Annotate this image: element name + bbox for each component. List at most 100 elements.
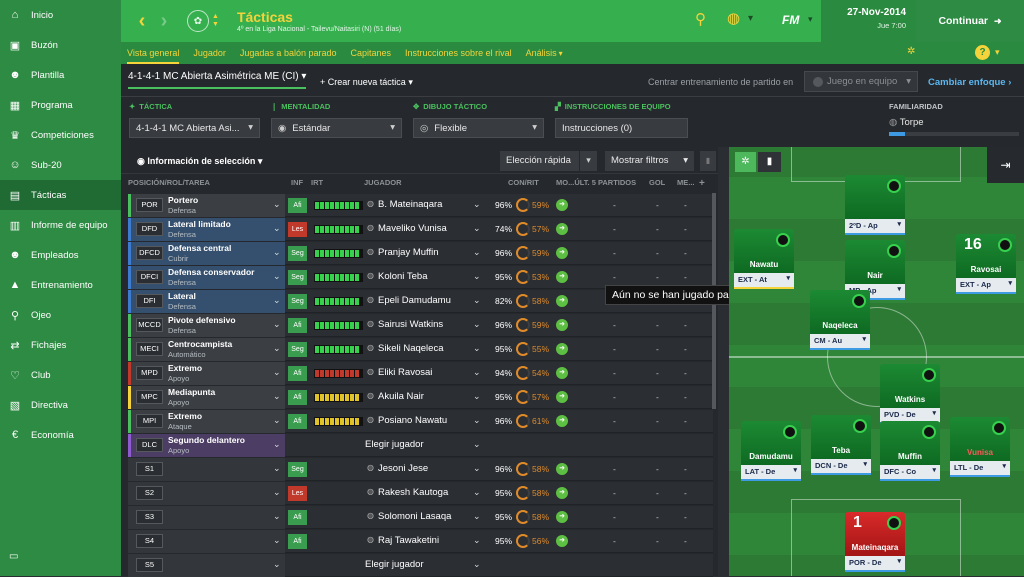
chevron-down-icon[interactable]: ⌄ bbox=[273, 223, 281, 234]
player-name[interactable]: Jesoni Jese bbox=[378, 463, 428, 474]
position-cell[interactable]: DFD Lateral limitado Defensa ⌄ bbox=[128, 218, 285, 241]
info-icon[interactable]: ◍ bbox=[367, 247, 374, 256]
status-badge[interactable]: Afi bbox=[288, 318, 307, 333]
chevron-down-icon[interactable]: ⌄ bbox=[273, 511, 281, 522]
status-badge[interactable]: Seg bbox=[288, 342, 307, 357]
chevron-down-icon[interactable]: ⌄ bbox=[473, 367, 481, 378]
column-header-player[interactable]: JUGADOR bbox=[364, 178, 402, 187]
player-card[interactable]: Watkins PVD - De ▾ bbox=[880, 364, 940, 424]
sidebar-item-informe[interactable]: ▥ Informe de equipo bbox=[0, 210, 121, 240]
chevron-down-icon[interactable]: ▾ bbox=[580, 151, 597, 171]
chevron-down-icon[interactable]: ⌄ bbox=[473, 487, 481, 498]
status-badge[interactable]: Afi bbox=[288, 198, 307, 213]
chevron-down-icon[interactable]: ⌄ bbox=[273, 247, 281, 258]
chevron-down-icon[interactable]: ⌄ bbox=[473, 535, 481, 546]
chevron-down-icon[interactable]: ⌄ bbox=[273, 559, 281, 570]
sidebar-item-directiva[interactable]: ▧ Directiva bbox=[0, 390, 121, 420]
bar-chart-icon[interactable]: ▮ bbox=[758, 152, 781, 172]
card-role-select[interactable]: LTL - De ▾ bbox=[950, 461, 1010, 475]
player-name[interactable]: Maveliko Vunisa bbox=[378, 223, 447, 234]
chevron-down-icon[interactable]: ⌄ bbox=[473, 223, 481, 234]
table-row[interactable]: DFD Lateral limitado Defensa ⌄ Les ◍ Maveliko … bbox=[128, 218, 713, 241]
card-role-select[interactable]: EXT - At ▾ bbox=[734, 273, 794, 287]
tab-balon-parado[interactable]: Jugadas a balón parado bbox=[240, 42, 337, 64]
mentality-select[interactable]: ◉ Estándar ▾ bbox=[271, 118, 402, 138]
position-cell[interactable]: POR Portero Defensa ⌄ bbox=[128, 194, 285, 217]
sidebar-item-club[interactable]: ♡ Club bbox=[0, 360, 121, 390]
continue-button[interactable]: Continuar ➜ bbox=[916, 0, 1024, 42]
column-header-irt[interactable]: IRT bbox=[311, 178, 323, 187]
sidebar-item-competiciones[interactable]: ♛ Competiciones bbox=[0, 120, 121, 150]
table-row[interactable]: MECI Centrocampista Automático ⌄ Seg ◍ Sikeli … bbox=[128, 338, 713, 361]
player-name[interactable]: Eliki Ravosai bbox=[378, 367, 432, 378]
status-badge[interactable]: Seg bbox=[288, 294, 307, 309]
player-name[interactable]: Raj Tawaketini bbox=[378, 535, 439, 546]
info-icon[interactable]: ◍ bbox=[367, 295, 374, 304]
familiarity[interactable]: FAMILIARIDAD ◍ Torpe bbox=[889, 102, 1019, 136]
sidebar-item-plantilla[interactable]: ☻ Plantilla bbox=[0, 60, 121, 90]
chevron-down-icon[interactable]: ⌄ bbox=[473, 439, 481, 450]
player-name[interactable]: Elegir jugador bbox=[365, 559, 424, 570]
chevron-down-icon[interactable]: ⌄ bbox=[273, 343, 281, 354]
position-cell[interactable]: MPD Extremo Apoyo ⌄ bbox=[128, 362, 285, 385]
chevron-down-icon[interactable]: ▾ bbox=[559, 49, 563, 58]
position-cell[interactable]: MCCD Pivote defensivo Defensa ⌄ bbox=[128, 314, 285, 337]
column-header-pos[interactable]: POSICIÓN/ROL/TAREA bbox=[128, 178, 210, 187]
status-badge[interactable]: Afi bbox=[288, 366, 307, 381]
tactic-name-tab[interactable]: 4-1-4-1 MC Abierta Asimétrica ME (CI) ▾ bbox=[128, 71, 307, 89]
back-arrow-icon[interactable]: ‹ bbox=[131, 10, 153, 33]
card-role-select[interactable]: DFC - Co ▾ bbox=[880, 465, 940, 479]
card-role-select[interactable]: PVD - De ▾ bbox=[880, 408, 940, 422]
chevron-down-icon[interactable]: ⌄ bbox=[273, 463, 281, 474]
info-icon[interactable]: ◍ bbox=[367, 487, 374, 496]
lock-icon[interactable]: ▮ bbox=[700, 151, 716, 171]
player-name[interactable]: Akuila Nair bbox=[378, 391, 424, 402]
player-name[interactable]: Posiano Nawatu bbox=[378, 415, 447, 426]
player-name[interactable]: Rakesh Kautoga bbox=[378, 487, 448, 498]
chevron-down-icon[interactable]: ⌄ bbox=[473, 199, 481, 210]
chevron-down-icon[interactable]: ⌄ bbox=[273, 271, 281, 282]
table-row[interactable]: S5 ⌄ Elegir jugador ⌄ bbox=[128, 554, 713, 577]
chevron-down-icon[interactable]: ⌄ bbox=[473, 343, 481, 354]
pitch-view-icon[interactable]: ✲ bbox=[735, 152, 756, 172]
shape-select[interactable]: ◎ Flexible ▾ bbox=[413, 118, 544, 138]
chevron-down-icon[interactable]: ⌄ bbox=[273, 415, 281, 426]
player-name[interactable]: Pranjay Muffin bbox=[378, 247, 439, 258]
status-badge[interactable]: Les bbox=[288, 222, 307, 237]
sidebar-item-tacticas[interactable]: ▤ Tácticas bbox=[0, 180, 121, 210]
chevron-down-icon[interactable]: ⌄ bbox=[273, 439, 281, 450]
table-row[interactable]: MPC Mediapunta Apoyo ⌄ Afi ◍ Akuila Nair ⌄ 95% 57… bbox=[128, 386, 713, 409]
table-row[interactable]: S2 ⌄ Les ◍ Rakesh Kautoga ⌄ 95% 58% ➜ - - - bbox=[128, 482, 713, 505]
column-header-gol[interactable]: GOL bbox=[649, 178, 665, 187]
info-icon[interactable]: ◍ bbox=[367, 343, 374, 352]
chevron-down-icon[interactable]: ⌄ bbox=[473, 271, 481, 282]
instructions-button[interactable]: Instrucciones (0) bbox=[555, 118, 688, 138]
info-icon[interactable]: ◍ bbox=[367, 463, 374, 472]
status-badge[interactable]: Seg bbox=[288, 270, 307, 285]
player-name[interactable]: Epeli Damudamu bbox=[378, 295, 451, 306]
chevron-down-icon[interactable]: ▾ bbox=[808, 14, 813, 25]
info-icon[interactable]: ◍ bbox=[367, 319, 374, 328]
info-icon[interactable]: ◍ bbox=[367, 199, 374, 208]
quick-pick-button[interactable]: Elección rápida bbox=[500, 151, 579, 171]
table-row[interactable]: MCCD Pivote defensivo Defensa ⌄ Afi ◍ Sairusi … bbox=[128, 314, 713, 337]
position-cell[interactable]: S4 ⌄ bbox=[128, 530, 285, 553]
player-card[interactable]: Teba DCN - De ▾ bbox=[811, 415, 871, 475]
chevron-down-icon[interactable]: ⌄ bbox=[473, 295, 481, 306]
info-icon[interactable]: ◍ bbox=[367, 223, 374, 232]
card-role-select[interactable]: CM - Au ▾ bbox=[810, 334, 870, 348]
card-role-select[interactable]: LAT - De ▾ bbox=[741, 465, 801, 479]
player-card[interactable]: 1 Mateinaqara POR - De ▾ bbox=[845, 512, 905, 572]
chevron-down-icon[interactable]: ⌄ bbox=[273, 319, 281, 330]
sidebar-item-entrenamiento[interactable]: ▲ Entrenamiento bbox=[0, 270, 121, 300]
people-icon[interactable]: ✲ bbox=[907, 46, 915, 57]
search-icon[interactable]: ⚲ bbox=[695, 10, 706, 28]
position-cell[interactable]: MPI Extremo Ataque ⌄ bbox=[128, 410, 285, 433]
position-cell[interactable]: DFCI Defensa conservador Defensa ⌄ bbox=[128, 266, 285, 289]
player-card[interactable]: Nawatu EXT - At ▾ bbox=[734, 229, 794, 289]
player-name[interactable]: B. Mateinaqara bbox=[378, 199, 442, 210]
card-role-select[interactable]: POR - De ▾ bbox=[845, 556, 905, 570]
chevron-down-icon[interactable]: ⌄ bbox=[273, 535, 281, 546]
table-row[interactable]: S4 ⌄ Afi ◍ Raj Tawaketini ⌄ 95% 56% ➜ - - - bbox=[128, 530, 713, 553]
status-badge[interactable]: Afi bbox=[288, 390, 307, 405]
